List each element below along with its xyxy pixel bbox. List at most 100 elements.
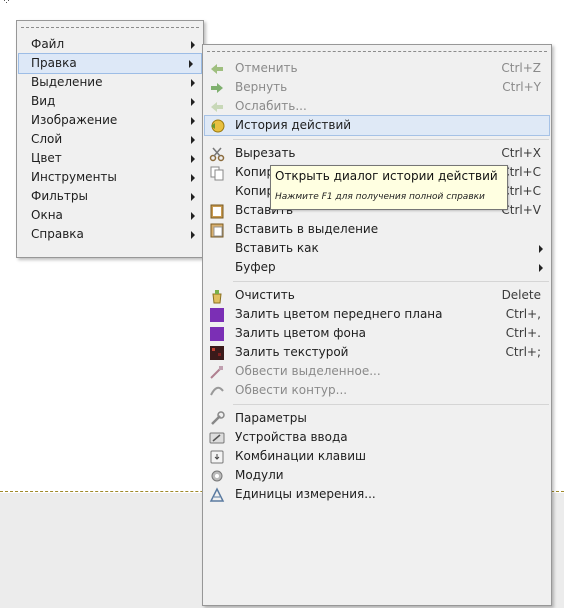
edit-fade[interactable]: Ослабить... [203, 97, 551, 116]
edit-clear-shortcut: Delete [501, 288, 541, 302]
edit-modules[interactable]: Модули [203, 466, 551, 485]
edit-paste-into[interactable]: Вставить в выделение [203, 220, 551, 239]
edit-history-label: История действий [235, 118, 352, 132]
menu-file-label: Файл [31, 37, 65, 51]
edit-fill-bg[interactable]: Залить цветом фона Ctrl+. [203, 324, 551, 343]
menu-view[interactable]: Вид [17, 92, 203, 111]
copy-icon [210, 166, 224, 181]
menu-edit[interactable]: Правка [18, 53, 202, 74]
edit-paste-as[interactable]: Вставить как [203, 239, 551, 258]
menu-tools-label: Инструменты [31, 170, 117, 184]
main-menu: Файл Правка Выделение Вид Изображение Сл… [16, 20, 204, 258]
edit-input-devices-label: Устройства ввода [235, 430, 348, 444]
edit-stroke-selection[interactable]: Обвести выделенное... [203, 362, 551, 381]
submenu-arrow-icon [191, 117, 195, 125]
edit-submenu: Отменить Ctrl+Z Вернуть Ctrl+Y Ослабить.… [202, 44, 552, 606]
edit-fill-bg-shortcut: Ctrl+. [505, 326, 541, 340]
edit-undo-shortcut: Ctrl+Z [501, 61, 541, 75]
menu-help-label: Справка [31, 227, 84, 241]
edit-preferences[interactable]: Параметры [203, 409, 551, 428]
separator [233, 281, 549, 282]
edit-shortcuts-label: Комбинации клавиш [235, 449, 367, 463]
edit-undo-label: Отменить [235, 61, 298, 75]
edit-fill-bg-label: Залить цветом фона [235, 326, 367, 340]
edit-fill-pattern[interactable]: Залить текстурой Ctrl+; [203, 343, 551, 362]
menu-edit-label: Правка [31, 56, 77, 70]
submenu-arrow-icon [191, 41, 195, 49]
submenu-arrow-icon [191, 136, 195, 144]
paste-icon [210, 204, 224, 219]
separator [233, 139, 549, 140]
edit-shortcuts[interactable]: Комбинации клавиш [203, 447, 551, 466]
edit-cut-shortcut: Ctrl+X [501, 146, 541, 160]
menu-filters[interactable]: Фильтры [17, 187, 203, 206]
edit-buffer[interactable]: Буфер [203, 258, 551, 277]
units-icon [209, 487, 225, 502]
edit-redo[interactable]: Вернуть Ctrl+Y [203, 78, 551, 97]
edit-fill-fg[interactable]: Залить цветом переднего плана Ctrl+, [203, 305, 551, 324]
edit-fill-pattern-label: Залить текстурой [235, 345, 349, 359]
edit-stroke-selection-label: Обвести выделенное... [235, 364, 381, 378]
menu-help[interactable]: Справка [17, 225, 203, 244]
submenu-arrow-icon [191, 212, 195, 220]
edit-buffer-label: Буфер [235, 260, 276, 274]
undo-icon [211, 64, 223, 74]
submenu-arrow-icon [191, 193, 195, 201]
separator [233, 404, 549, 405]
input-devices-icon [209, 432, 225, 444]
edit-stroke-path[interactable]: Обвести контур... [203, 381, 551, 400]
edit-paste-as-label: Вставить как [235, 241, 319, 255]
stroke-path-icon [210, 386, 224, 396]
edit-fade-label: Ослабить... [235, 99, 307, 113]
menu-image[interactable]: Изображение [17, 111, 203, 130]
menu-file[interactable]: Файл [17, 35, 203, 54]
edit-units[interactable]: Единицы измерения... [203, 485, 551, 504]
modules-icon [211, 470, 223, 482]
edit-cut-label: Вырезать [235, 146, 296, 160]
pattern-icon [210, 346, 224, 360]
edit-clear-label: Очистить [235, 288, 295, 302]
edit-fill-pattern-shortcut: Ctrl+; [505, 345, 541, 359]
submenu-arrow-icon [191, 231, 195, 239]
menu-color[interactable]: Цвет [17, 149, 203, 168]
submenu-arrow-icon [191, 174, 195, 182]
menu-select[interactable]: Выделение [17, 73, 203, 92]
tooltip: Открыть диалог истории действий Нажмите … [270, 165, 508, 210]
corner-dots [4, 0, 9, 3]
menu-tools[interactable]: Инструменты [17, 168, 203, 187]
menu-select-label: Выделение [31, 75, 103, 89]
clear-icon [212, 290, 222, 304]
menu-color-label: Цвет [31, 151, 62, 165]
edit-fill-fg-shortcut: Ctrl+, [505, 307, 541, 321]
submenu-arrow-icon [539, 264, 543, 272]
edit-redo-label: Вернуть [235, 80, 288, 94]
edit-history[interactable]: История действий [204, 115, 550, 136]
edit-modules-label: Модули [235, 468, 284, 482]
edit-clear[interactable]: Очистить Delete [203, 286, 551, 305]
screen: Файл Правка Выделение Вид Изображение Сл… [0, 0, 564, 608]
edit-stroke-path-label: Обвести контур... [235, 383, 348, 397]
stroke-selection-icon [210, 366, 223, 379]
edit-units-label: Единицы измерения... [235, 487, 376, 501]
edit-paste-into-label: Вставить в выделение [235, 222, 379, 236]
paste-into-icon [210, 223, 224, 238]
edit-input-devices[interactable]: Устройства ввода [203, 428, 551, 447]
redo-icon [211, 83, 223, 93]
edit-redo-shortcut: Ctrl+Y [502, 80, 541, 94]
edit-undo[interactable]: Отменить Ctrl+Z [203, 59, 551, 78]
tooltip-hint: Нажмите F1 для получения полной справки [275, 192, 485, 202]
submenu-arrow-icon [539, 245, 543, 253]
edit-cut[interactable]: Вырезать Ctrl+X [203, 144, 551, 163]
submenu-arrow-icon [191, 79, 195, 87]
menu-windows[interactable]: Окна [17, 206, 203, 225]
keyboard-icon [210, 450, 224, 464]
menu-filters-label: Фильтры [31, 189, 88, 203]
fade-icon [211, 102, 223, 112]
preferences-icon [211, 411, 225, 425]
menu-view-label: Вид [31, 94, 56, 108]
submenu-arrow-icon [191, 155, 195, 163]
submenu-arrow-icon [191, 98, 195, 106]
edit-fill-fg-label: Залить цветом переднего плана [235, 307, 443, 321]
menu-layer[interactable]: Слой [17, 130, 203, 149]
fill-fg-icon [210, 308, 224, 322]
